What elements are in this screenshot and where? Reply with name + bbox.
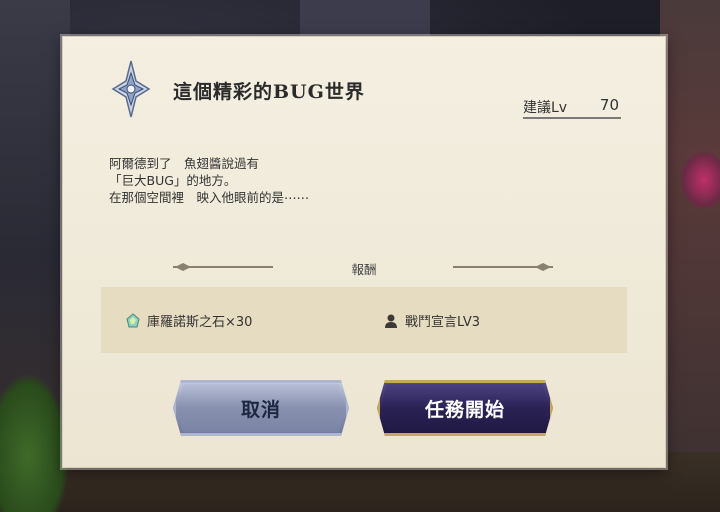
person-icon (385, 314, 397, 328)
quest-title: 這個精彩的BUG世界 (173, 81, 365, 103)
quest-dialog: 這個精彩的BUG世界 建議Lv 70 阿爾德到了 魚翅醬說過有 「巨大BUG」的… (62, 36, 666, 468)
cancel-button-label: 取消 (240, 398, 281, 421)
start-button-label: 任務開始 (424, 398, 505, 421)
recommended-level: 建議Lv 70 (523, 95, 621, 119)
reward-item: 庫羅諾斯之石×30 (125, 311, 252, 330)
level-label: 建議Lv (523, 100, 568, 116)
start-quest-button[interactable]: 任務開始 (377, 380, 553, 436)
cancel-button[interactable]: 取消 (173, 380, 349, 436)
level-value: 70 (599, 96, 619, 114)
background-tower (300, 0, 430, 40)
background-plant (0, 372, 70, 512)
gem-stone-icon (126, 312, 140, 327)
reward-heading: 報酬 (351, 262, 377, 277)
reward-panel: 庫羅諾斯之石×30 戰鬥宣言LV3 (101, 287, 627, 353)
background-flowers (680, 150, 720, 210)
crest-icon (111, 60, 151, 118)
reward-label: 庫羅諾斯之石×30 (147, 315, 253, 330)
background-building-right (660, 0, 720, 512)
quest-description: 阿爾德到了 魚翅醬說過有 「巨大BUG」的地方。 在那個空間裡 映入他眼前的是⋯… (109, 156, 310, 205)
reward-label: 戰鬥宣言LV3 (405, 315, 480, 330)
reward-item: 戰鬥宣言LV3 (383, 311, 480, 330)
